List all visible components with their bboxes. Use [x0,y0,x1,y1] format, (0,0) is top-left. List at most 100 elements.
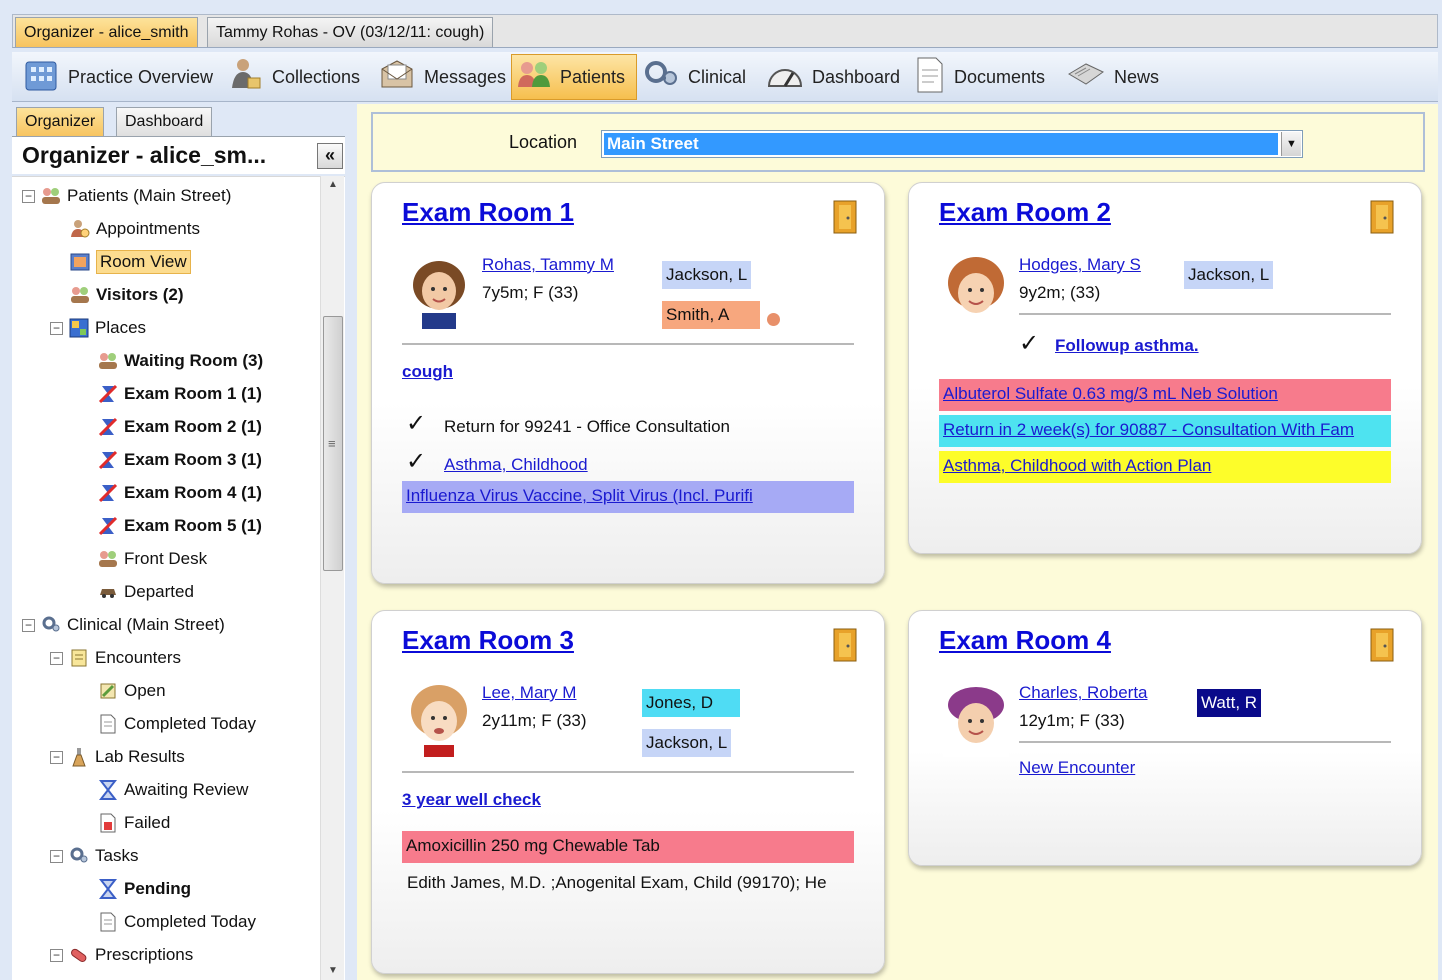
grip-icon: ≡ [328,436,336,451]
tree-item-awaiting-review[interactable]: Awaiting Review [98,775,248,805]
document-icon [98,714,118,734]
tree-item-open[interactable]: Open [98,676,166,706]
tree-item-exam-room-5[interactable]: Exam Room 5 (1) [98,511,262,541]
visit-reason-link[interactable]: Followup asthma. [1055,336,1199,356]
door-icon[interactable] [1369,627,1395,668]
status-dot-icon [767,313,780,326]
order-band[interactable]: Influenza Virus Vaccine, Split Virus (In… [402,481,854,513]
tree-item-waiting-room[interactable]: Waiting Room (3) [98,346,263,376]
toolbar-practice-overview[interactable]: Practice Overview [18,54,217,100]
window-tab-strip: Organizer - alice_smith Tammy Rohas - OV… [12,14,1438,48]
tree-item-pending[interactable]: Pending [98,874,191,904]
tree-item-lab-results[interactable]: − Lab Results [50,742,185,772]
visit-reason-link[interactable]: cough [402,362,453,382]
patient-name-link[interactable]: Hodges, Mary S [1019,255,1141,275]
pane-splitter[interactable] [345,104,357,980]
window-tab-organizer[interactable]: Organizer - alice_smith [15,17,198,47]
tree-item-exam-room-1[interactable]: Exam Room 1 (1) [98,379,262,409]
followup-band[interactable]: Return in 2 week(s) for 90887 - Consulta… [939,415,1391,447]
toolbar-news[interactable]: News [1062,54,1163,100]
location-value: Main Street [604,133,1278,155]
toolbar-label: Documents [954,66,1046,87]
medication-band[interactable]: Amoxicillin 250 mg Chewable Tab [402,831,854,863]
tree-item-exam-room-2[interactable]: Exam Room 2 (1) [98,412,262,442]
tree-item-completed-today[interactable]: Completed Today [98,709,256,739]
medication-band[interactable]: Albuterol Sulfate 0.63 mg/3 mL Neb Solut… [939,379,1391,411]
tree-item-appointments[interactable]: Appointments [70,214,200,244]
tab-dashboard[interactable]: Dashboard [116,107,213,137]
collapse-toggle-icon[interactable]: − [50,321,63,335]
collapse-toggle-icon[interactable]: − [50,948,63,962]
toolbar-label: Clinical [688,66,747,87]
tree-scrollbar[interactable]: ▲ ≡ ▼ [320,176,344,980]
person-clock-icon [70,219,90,239]
provider-badge[interactable]: Jackson, L [662,261,752,289]
new-encounter-link[interactable]: New Encounter [1019,758,1135,778]
room-title[interactable]: Exam Room 1 [402,197,574,228]
location-label: Location [509,132,578,152]
scroll-down-icon[interactable]: ▼ [321,962,345,980]
room-card-exam-room-4: Exam Room 4 Charles, Roberta 12y1m; F (3… [908,610,1422,866]
patient-name-link[interactable]: Charles, Roberta [1019,683,1148,703]
chevron-down-icon[interactable]: ▼ [1281,132,1301,156]
tree-item-patients[interactable]: − Patients (Main Street) [22,181,231,211]
provider-badge[interactable]: Smith, A [662,301,760,329]
room-view-panel: Location Main Street ▼ Exam Room 1 Rohas… [357,104,1438,980]
tree-item-visitors[interactable]: Visitors (2) [70,280,184,310]
collapse-toggle-icon[interactable]: − [22,618,35,632]
patient-name-link[interactable]: Rohas, Tammy M [482,255,614,275]
patient-name-link[interactable]: Lee, Mary M [482,683,576,703]
provider-badge[interactable]: Watt, R [1197,689,1262,717]
collapse-toggle-icon[interactable]: − [50,750,63,764]
divider [1019,741,1391,743]
tree-item-clinical[interactable]: − Clinical (Main Street) [22,610,225,640]
collapse-button[interactable]: « [317,143,343,169]
toolbar-patients[interactable]: Patients [511,54,637,100]
toolbar-documents[interactable]: Documents [910,54,1049,100]
tree-item-departed[interactable]: Departed [98,577,194,607]
room-title[interactable]: Exam Room 3 [402,625,574,656]
collapse-toggle-icon[interactable]: − [50,849,63,863]
scroll-up-icon[interactable]: ▲ [321,176,345,194]
pill-icon [69,945,89,965]
location-select[interactable]: Main Street ▼ [601,130,1303,158]
toolbar-messages[interactable]: Messages [374,54,510,100]
door-icon[interactable] [832,199,858,240]
stethoscope-icon [644,58,680,97]
tree-item-exam-room-4[interactable]: Exam Room 4 (1) [98,478,262,508]
tree-item-room-view[interactable]: Room View [70,247,191,277]
tree-label: Exam Room 1 (1) [124,384,262,403]
room-title[interactable]: Exam Room 4 [939,625,1111,656]
window-tab-encounter[interactable]: Tammy Rohas - OV (03/12/11: cough) [207,17,494,47]
provider-badge[interactable]: Jones, D [642,689,740,717]
toolbar-collections[interactable]: Collections [224,54,364,100]
tree-item-prescriptions[interactable]: − Prescriptions [50,940,193,970]
tree-label: Prescriptions [95,945,194,964]
tree-item-encounters[interactable]: − Encounters [50,643,181,673]
toolbar-dashboard[interactable]: Dashboard [762,54,904,100]
notepad-icon [69,648,89,668]
door-icon[interactable] [1369,199,1395,240]
collapse-toggle-icon[interactable]: − [50,651,63,665]
door-icon[interactable] [832,627,858,668]
diagnosis-link[interactable]: Asthma, Childhood [444,455,588,475]
person-money-icon [228,56,264,99]
tree-label: Visitors (2) [96,285,184,304]
provider-badge[interactable]: Jackson, L [1184,261,1274,289]
tree-item-front-desk[interactable]: Front Desk [98,544,207,574]
patient-demographics: 9y2m; (33) [1019,283,1101,302]
tree-item-places[interactable]: − Places [50,313,146,343]
collapse-toggle-icon[interactable]: − [22,189,35,203]
tree-item-exam-room-3[interactable]: Exam Room 3 (1) [98,445,262,475]
tree-label: Encounters [95,648,181,667]
tree-item-completed-today-tasks[interactable]: Completed Today [98,907,256,937]
tab-organizer[interactable]: Organizer [16,107,105,137]
toolbar-clinical[interactable]: Clinical [640,54,750,100]
plan-band[interactable]: Asthma, Childhood with Action Plan [939,451,1391,483]
tree-item-failed[interactable]: Failed [98,808,170,838]
tree-item-tasks[interactable]: − Tasks [50,841,138,871]
provider-badge[interactable]: Jackson, L [642,729,732,757]
patient-demographics: 2y11m; F (33) [482,711,587,730]
room-title[interactable]: Exam Room 2 [939,197,1111,228]
visit-reason-link[interactable]: 3 year well check [402,790,541,810]
